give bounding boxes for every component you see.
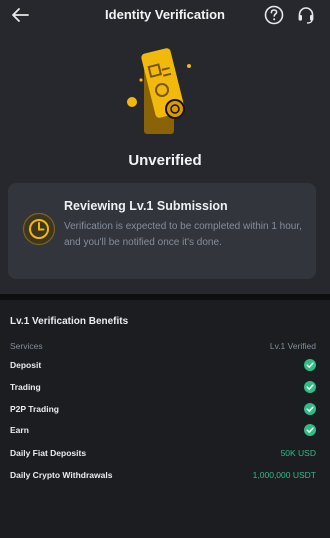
benefits-title: Lv.1 Verification Benefits [10, 316, 129, 327]
review-title: Reviewing Lv.1 Submission [64, 199, 228, 213]
benefits-section: Lv.1 Verification Benefits Services Lv.1… [0, 300, 330, 538]
header: Identity Verification [0, 0, 330, 30]
benefit-row-earn: Earn [0, 423, 330, 441]
clock-icon [22, 212, 56, 246]
review-card: Reviewing Lv.1 Submission Verification i… [8, 183, 316, 279]
benefit-row-p2p-trading: P2P Trading [0, 402, 330, 420]
verification-status-panel: Identity Verification Unverified Reviewi… [0, 0, 330, 294]
document-stamp-icon [127, 48, 191, 134]
level-column-header: Lv.1 Verified [269, 341, 316, 351]
benefit-row-deposit: Deposit [0, 358, 330, 376]
benefit-label: P2P Trading [10, 404, 59, 414]
services-column-header: Services [10, 341, 43, 351]
check-circle-icon [304, 381, 316, 393]
benefit-row-trading: Trading [0, 380, 330, 398]
benefit-value: 50K USD [280, 448, 316, 458]
review-description: Verification is expected to be completed… [64, 221, 302, 248]
benefit-label: Daily Crypto Withdrawals [10, 470, 113, 480]
benefit-label: Earn [10, 425, 29, 435]
verification-status: Unverified [128, 152, 202, 169]
check-circle-icon [304, 403, 316, 415]
benefit-label: Daily Fiat Deposits [10, 448, 87, 458]
benefit-row-daily-fiat-deposits: Daily Fiat Deposits 50K USD [0, 446, 330, 464]
check-circle-icon [304, 424, 316, 436]
benefit-label: Deposit [10, 360, 42, 370]
benefit-row-daily-crypto-withdrawals: Daily Crypto Withdrawals 1,000,000 USDT [0, 468, 330, 486]
question-circle-icon[interactable] [264, 5, 284, 25]
check-circle-icon [304, 359, 316, 371]
benefit-value: 1,000,000 USDT [252, 470, 316, 480]
headset-icon[interactable] [296, 5, 316, 25]
benefit-label: Trading [10, 382, 41, 392]
